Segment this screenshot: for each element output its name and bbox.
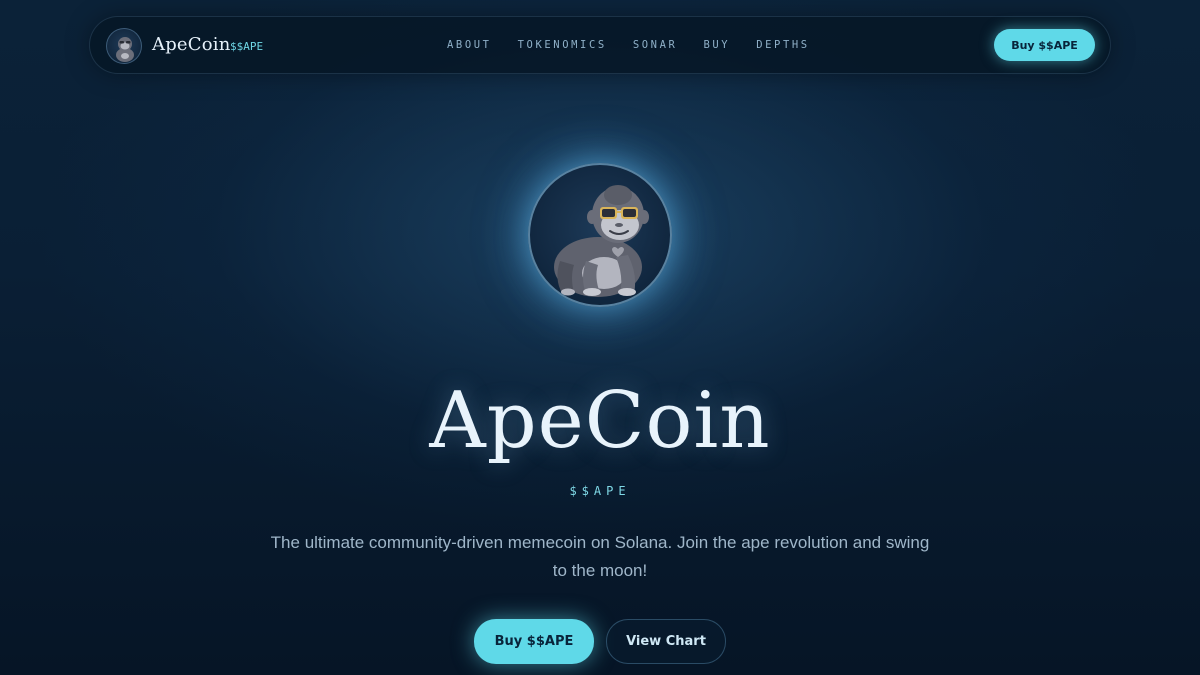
gorilla-with-sunglasses-icon <box>528 163 672 307</box>
hero-ticker: $$APE <box>569 484 631 498</box>
nav-brand-name[interactable]: ApeCoin <box>152 34 231 55</box>
nav-link-sonar[interactable]: SONAR <box>633 39 678 51</box>
nav-link-tokenomics[interactable]: TOKENOMICS <box>518 39 607 51</box>
nav-ticker: $$APE <box>230 40 264 53</box>
nav-buy-button[interactable]: Buy $$APE <box>994 29 1095 61</box>
navbar: ApeCoin $$APE ABOUT TOKENOMICS SONAR BUY… <box>89 16 1111 74</box>
nav-links: ABOUT TOKENOMICS SONAR BUY DEPTHS <box>447 39 836 51</box>
hero-title: ApeCoin <box>429 376 771 466</box>
gorilla-logo-icon[interactable] <box>106 28 142 64</box>
nav-link-depths[interactable]: DEPTHS <box>756 39 810 51</box>
buy-button[interactable]: Buy $$APE <box>474 619 594 664</box>
view-chart-button[interactable]: View Chart <box>606 619 726 664</box>
hero-description: The ultimate community-driven memecoin o… <box>270 533 930 580</box>
nav-link-buy[interactable]: BUY <box>703 39 730 51</box>
nav-link-about[interactable]: ABOUT <box>447 39 492 51</box>
